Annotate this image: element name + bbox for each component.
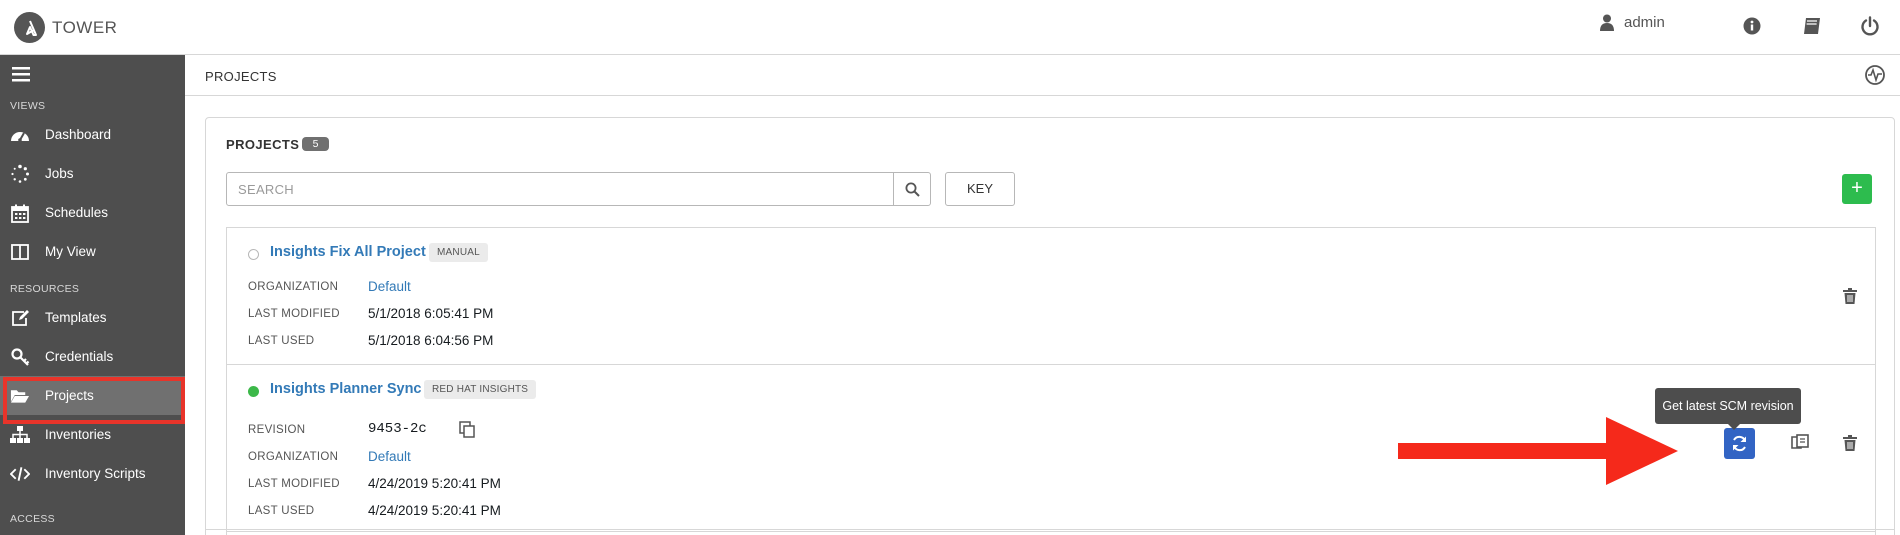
count-badge: 5 bbox=[302, 137, 329, 151]
project-name-link[interactable]: Insights Fix All Project bbox=[270, 244, 426, 260]
sidebar-item-inventory-scripts[interactable]: Inventory Scripts bbox=[0, 454, 185, 493]
project-name-link[interactable]: Insights Planner Sync bbox=[270, 381, 422, 397]
ansible-logo-icon bbox=[14, 12, 45, 43]
list-item: Insights Fix All Project MANUAL ORGANIZA… bbox=[227, 228, 1875, 365]
edit-icon bbox=[10, 308, 30, 328]
last-modified-value: 4/24/2019 5:20:41 PM bbox=[368, 476, 501, 491]
field-label: REVISION bbox=[248, 424, 306, 436]
sidebar-item-my-view[interactable]: My View bbox=[0, 232, 185, 271]
field-label: LAST MODIFIED bbox=[248, 478, 340, 490]
columns-icon bbox=[10, 242, 30, 262]
organization-link[interactable]: Default bbox=[368, 279, 411, 294]
hamburger-menu-icon[interactable] bbox=[12, 67, 30, 87]
dashboard-icon bbox=[10, 125, 30, 145]
row-divider bbox=[205, 529, 1895, 530]
sidebar-item-label: Jobs bbox=[45, 166, 74, 181]
last-used-value: 5/1/2018 6:04:56 PM bbox=[368, 333, 494, 348]
copy-revision-button[interactable] bbox=[459, 421, 476, 443]
revision-value: 9453-2c bbox=[368, 421, 427, 437]
field-label: LAST USED bbox=[248, 335, 315, 347]
brand[interactable]: TOWER bbox=[14, 12, 117, 43]
breadcrumb-current: PROJECTS bbox=[205, 69, 277, 84]
status-never-updated-icon[interactable] bbox=[248, 249, 259, 260]
project-type-badge: MANUAL bbox=[429, 243, 488, 262]
spinner-icon bbox=[10, 164, 30, 184]
sidebar: VIEWS Dashboard Jobs Schedules My View R… bbox=[0, 55, 185, 535]
username: admin bbox=[1624, 14, 1665, 31]
search-box bbox=[226, 172, 931, 206]
section-label-access: ACCESS bbox=[10, 513, 55, 525]
status-successful-icon[interactable] bbox=[248, 386, 259, 397]
sidebar-item-jobs[interactable]: Jobs bbox=[0, 154, 185, 193]
project-type-badge: RED HAT INSIGHTS bbox=[424, 380, 537, 399]
power-icon[interactable] bbox=[1858, 14, 1882, 38]
field-label: ORGANIZATION bbox=[248, 281, 339, 293]
sidebar-item-schedules[interactable]: Schedules bbox=[0, 193, 185, 232]
last-used-value: 4/24/2019 5:20:41 PM bbox=[368, 503, 501, 518]
field-label: LAST USED bbox=[248, 505, 315, 517]
sidebar-item-label: Inventories bbox=[45, 427, 112, 442]
section-label-resources: RESOURCES bbox=[10, 283, 80, 295]
refresh-icon bbox=[1733, 435, 1746, 452]
sidebar-item-templates[interactable]: Templates bbox=[0, 298, 185, 337]
sync-scm-button[interactable] bbox=[1724, 428, 1755, 459]
field-label: ORGANIZATION bbox=[248, 451, 339, 463]
trash-icon bbox=[1843, 288, 1857, 304]
brand-text: TOWER bbox=[52, 17, 118, 37]
add-button[interactable]: + bbox=[1842, 174, 1872, 204]
user-icon bbox=[1600, 14, 1614, 31]
annotation-arrow-icon bbox=[1398, 417, 1678, 485]
key-button[interactable]: KEY bbox=[945, 172, 1015, 206]
search-input[interactable] bbox=[227, 173, 892, 205]
sitemap-icon bbox=[10, 425, 30, 445]
project-list: Insights Fix All Project MANUAL ORGANIZA… bbox=[226, 227, 1876, 535]
page-title: PROJECTS bbox=[226, 137, 300, 152]
copy-icon bbox=[1790, 434, 1809, 449]
info-icon[interactable] bbox=[1740, 14, 1764, 38]
annotation-highlight-box bbox=[3, 377, 185, 424]
sidebar-item-label: Dashboard bbox=[45, 127, 112, 142]
copy-icon bbox=[459, 421, 475, 438]
sidebar-item-label: Credentials bbox=[45, 349, 114, 364]
user-menu[interactable]: admin bbox=[1600, 14, 1665, 31]
trash-icon bbox=[1843, 435, 1857, 451]
sidebar-item-dashboard[interactable]: Dashboard bbox=[0, 115, 185, 154]
section-label-views: VIEWS bbox=[10, 100, 46, 112]
delete-button[interactable] bbox=[1838, 431, 1862, 455]
search-icon bbox=[905, 182, 920, 197]
delete-button[interactable] bbox=[1838, 284, 1862, 308]
sidebar-item-label: Schedules bbox=[45, 205, 109, 220]
search-button[interactable] bbox=[893, 173, 930, 205]
sidebar-item-credentials[interactable]: Credentials bbox=[0, 337, 185, 376]
organization-link[interactable]: Default bbox=[368, 449, 411, 464]
activity-stream-icon[interactable] bbox=[1865, 65, 1885, 90]
tooltip-arrow bbox=[1728, 424, 1740, 430]
last-modified-value: 5/1/2018 6:05:41 PM bbox=[368, 306, 494, 321]
sidebar-item-label: Inventory Scripts bbox=[45, 466, 146, 481]
copy-project-button[interactable] bbox=[1788, 431, 1812, 455]
breadcrumb: PROJECTS bbox=[185, 55, 1900, 96]
calendar-icon bbox=[10, 203, 30, 223]
book-icon[interactable] bbox=[1800, 14, 1824, 38]
sidebar-item-label: My View bbox=[45, 244, 96, 259]
field-label: LAST MODIFIED bbox=[248, 308, 340, 320]
sidebar-item-label: Templates bbox=[45, 310, 107, 325]
key-icon bbox=[10, 347, 30, 367]
code-icon bbox=[10, 464, 30, 484]
top-navbar: TOWER admin bbox=[0, 0, 1900, 55]
